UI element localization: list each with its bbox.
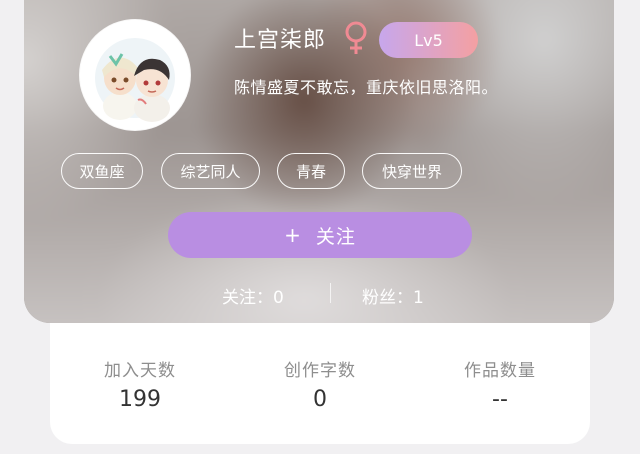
- profile-page: 上宫柒郎 Lv5 陈情盛夏不敢忘，重庆依旧思洛阳。 双鱼座 综艺同人 青春 快穿…: [0, 0, 640, 454]
- tag-item[interactable]: 双鱼座: [61, 153, 143, 189]
- stat-label: 作品数量: [464, 361, 536, 381]
- stat-word-count: 创作字数 0: [250, 356, 390, 412]
- level-badge: Lv5: [379, 22, 478, 58]
- stat-value: 0: [313, 387, 327, 412]
- profile-bio: 陈情盛夏不敢忘，重庆依旧思洛阳。: [234, 78, 499, 97]
- follow-button-label: 关注: [315, 225, 356, 248]
- username: 上宫柒郎: [234, 28, 327, 53]
- following-count[interactable]: 关注：0: [222, 283, 284, 308]
- stat-value: --: [492, 387, 508, 412]
- follow-button[interactable]: + 关注: [168, 212, 472, 258]
- stat-works-count: 作品数量 --: [430, 356, 570, 412]
- tag-item[interactable]: 快穿世界: [362, 153, 462, 189]
- female-symbol-icon: [345, 21, 367, 54]
- stat-label: 创作字数: [284, 361, 356, 381]
- stat-label: 加入天数: [104, 361, 176, 381]
- stat-value: 199: [119, 387, 161, 412]
- plus-icon: +: [284, 223, 302, 247]
- avatar-illustration: [80, 20, 190, 130]
- divider: [330, 283, 331, 303]
- fans-count[interactable]: 粉丝：1: [362, 283, 424, 308]
- stat-join-days: 加入天数 199: [70, 356, 210, 412]
- tag-item[interactable]: 青春: [277, 153, 345, 189]
- avatar[interactable]: [80, 20, 190, 130]
- tag-item[interactable]: 综艺同人: [161, 153, 260, 189]
